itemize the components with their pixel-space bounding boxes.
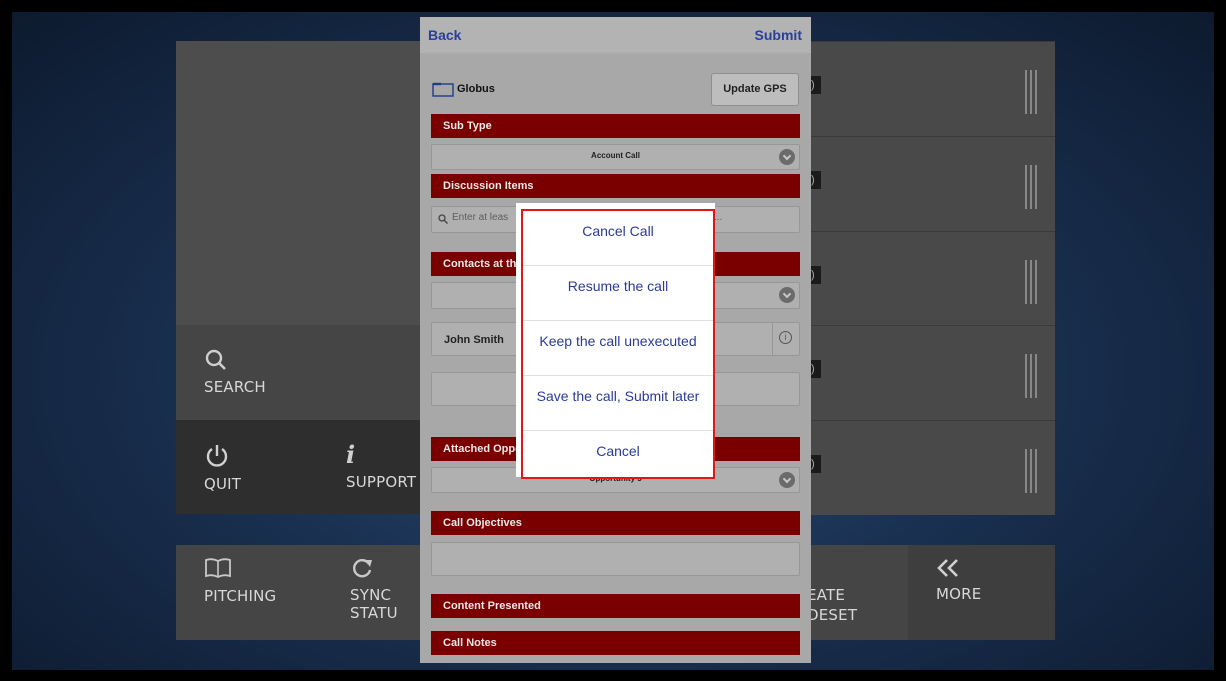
dashboard-right-tile[interactable]: ) <box>811 41 1055 136</box>
sync-icon <box>353 559 372 578</box>
quit-tile[interactable]: QUIT <box>176 420 322 514</box>
dashboard-right-tile[interactable]: ) <box>811 420 1055 515</box>
form-topbar: Back Submit <box>420 17 811 53</box>
search-placeholder: Enter at leas <box>452 212 509 223</box>
dashboard-right-tile[interactable]: ) <box>811 231 1055 325</box>
dashboard-right-tile[interactable]: ) <box>811 136 1055 231</box>
search-tile[interactable]: SEARCH <box>176 325 420 420</box>
cancel-call-option[interactable]: Cancel Call <box>523 211 713 266</box>
sync-status-tile[interactable]: SYNC STATU <box>322 545 420 640</box>
chevron-down-icon <box>779 149 795 165</box>
contact-info-button[interactable]: i <box>772 323 799 355</box>
folder-icon <box>432 82 454 97</box>
pitching-tile[interactable]: PITCHING <box>176 545 322 640</box>
account-header: Globus <box>432 81 495 97</box>
sub-type-select[interactable]: Account Call <box>431 144 800 170</box>
sync-status-tile-label: SYNC STATU <box>350 586 398 622</box>
search-icon <box>438 214 448 224</box>
double-chevron-left-icon <box>937 559 958 577</box>
resume-call-option[interactable]: Resume the call <box>523 266 713 321</box>
contact-name: John Smith <box>444 334 504 346</box>
section-content-presented: Content Presented <box>431 594 800 618</box>
chevron-down-icon <box>779 472 795 488</box>
book-icon <box>205 558 231 579</box>
section-discussion-items: Discussion Items <box>431 174 800 198</box>
more-tile[interactable]: MORE <box>908 545 1055 640</box>
section-call-objectives: Call Objectives <box>431 511 800 535</box>
support-tile[interactable]: i SUPPORT <box>322 420 420 514</box>
save-submit-later-option[interactable]: Save the call, Submit later <box>523 376 713 431</box>
search-placeholder-tail: ... <box>714 212 723 223</box>
more-tile-label: MORE <box>936 585 982 603</box>
info-icon: i <box>779 331 792 344</box>
dashboard-blank-tile <box>176 41 420 325</box>
create-deset-tile-label: EATE DESET <box>807 586 858 624</box>
quit-tile-label: QUIT <box>204 475 242 493</box>
section-sub-type: Sub Type <box>431 114 800 138</box>
power-icon <box>206 445 228 467</box>
info-italic-icon: i <box>346 440 356 469</box>
pitching-tile-label: PITCHING <box>204 587 277 605</box>
update-gps-button[interactable]: Update GPS <box>711 73 799 106</box>
keep-unexecuted-option[interactable]: Keep the call unexecuted <box>523 321 713 376</box>
submit-button[interactable]: Submit <box>755 27 802 43</box>
search-icon <box>205 349 226 370</box>
back-button[interactable]: Back <box>428 27 461 43</box>
section-call-notes: Call Notes <box>431 631 800 655</box>
cancel-option[interactable]: Cancel <box>523 431 713 475</box>
call-objectives-field[interactable] <box>431 542 800 576</box>
call-action-sheet: Cancel Call Resume the call Keep the cal… <box>521 209 715 479</box>
search-tile-label: SEARCH <box>204 378 266 396</box>
create-deset-tile[interactable]: EATE DESET <box>807 545 908 640</box>
account-name: Globus <box>457 83 495 95</box>
support-tile-label: SUPPORT <box>346 473 417 491</box>
dashboard-right-tile[interactable]: ) <box>811 325 1055 420</box>
sub-type-value: Account Call <box>591 151 640 160</box>
chevron-down-icon <box>779 287 795 303</box>
